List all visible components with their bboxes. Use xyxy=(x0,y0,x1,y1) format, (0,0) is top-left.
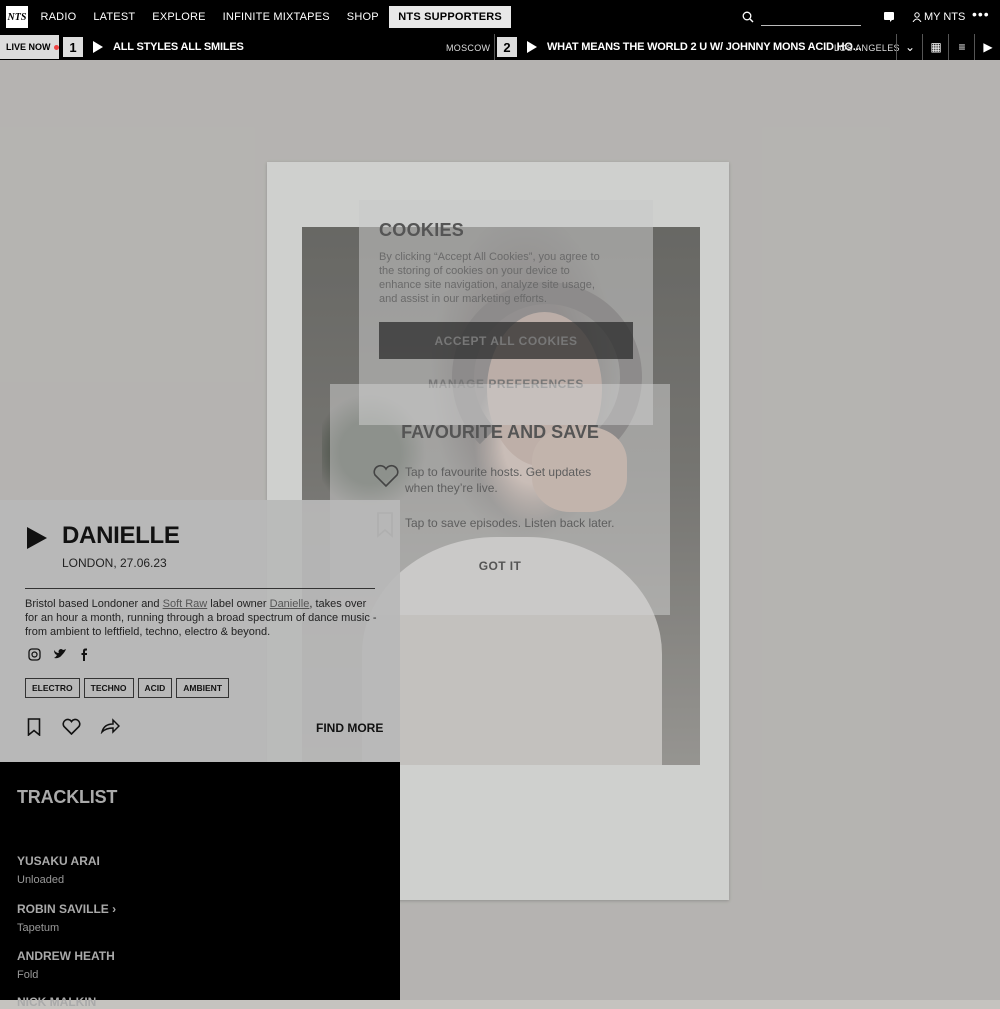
track-title: Unloaded xyxy=(17,874,65,886)
channel-1[interactable]: 1 ALL STYLES ALL SMILES xyxy=(63,34,244,60)
episode-panel: DANIELLE LONDON, 27.06.23 Bristol based … xyxy=(0,500,400,762)
play-icon[interactable] xyxy=(93,41,103,53)
channel-title: WHAT MEANS THE WORLD 2 U W/ JOHNNY MONS … xyxy=(547,41,862,53)
track-artist: YUSAKU ARAI xyxy=(17,854,100,868)
track-artist[interactable]: ROBIN SAVILLE › xyxy=(17,902,116,916)
live-now-label: LIVE NOW xyxy=(6,42,51,52)
track-item: ROBIN SAVILLE › Tapetum xyxy=(17,902,116,934)
description-text: label owner xyxy=(207,598,270,610)
track-artist-label: ROBIN SAVILLE xyxy=(17,902,109,916)
cookies-title: COOKIES xyxy=(379,220,465,240)
channel-location: MOSCOW xyxy=(446,43,491,53)
track-item: YUSAKU ARAI Unloaded xyxy=(17,854,100,886)
more-icon[interactable]: ••• xyxy=(972,6,990,22)
chat-icon[interactable] xyxy=(884,12,894,22)
track-title: Fold xyxy=(17,969,39,981)
divider xyxy=(25,588,375,589)
nts-logo[interactable]: NTS xyxy=(6,6,28,28)
queue-icon[interactable]: ≡ xyxy=(949,34,975,60)
search-icon[interactable] xyxy=(742,11,754,23)
save-row: Tap to save episodes. Listen back later. xyxy=(372,512,615,538)
tag-acid[interactable]: ACID xyxy=(137,678,173,698)
user-icon xyxy=(912,12,922,22)
play-icon[interactable] xyxy=(27,527,47,549)
episode-title: DANIELLE xyxy=(62,522,180,549)
accept-cookies-button[interactable]: ACCEPT ALL COOKIES xyxy=(379,322,633,359)
channel-title: ALL STYLES ALL SMILES xyxy=(113,41,244,53)
play-icon[interactable] xyxy=(527,41,537,53)
track-item: ANDREW HEATH Fold xyxy=(17,949,115,981)
twitter-icon[interactable] xyxy=(53,648,67,660)
heart-icon xyxy=(373,464,399,488)
nav-infinite-mixtapes[interactable]: INFINITE MIXTAPES xyxy=(214,11,338,23)
nav-latest[interactable]: LATEST xyxy=(85,11,144,23)
my-nts-link[interactable]: MY NTS xyxy=(912,11,965,23)
tag-ambient[interactable]: AMBIENT xyxy=(176,678,230,698)
chevron-right-icon: › xyxy=(112,902,117,916)
track-title: Tapetum xyxy=(17,922,60,934)
live-now-badge: LIVE NOW xyxy=(0,35,59,59)
description-text: Bristol based Londoner and xyxy=(25,598,163,610)
episode-description: Bristol based Londoner and Soft Raw labe… xyxy=(25,597,380,639)
heart-icon[interactable] xyxy=(62,718,81,735)
chevron-down-icon[interactable]: ⌄ xyxy=(897,34,923,60)
soft-raw-link[interactable]: Soft Raw xyxy=(163,598,208,610)
nav-explore[interactable]: EXPLORE xyxy=(144,11,214,23)
search-input[interactable] xyxy=(761,25,861,26)
channel-number: 1 xyxy=(63,37,83,57)
channel-2[interactable]: 2 WHAT MEANS THE WORLD 2 U W/ JOHNNY MON… xyxy=(497,34,861,60)
episode-meta: LONDON, 27.06.23 xyxy=(62,556,167,570)
live-dot-icon xyxy=(53,44,59,50)
tracklist-title: TRACKLIST xyxy=(17,787,118,807)
favourite-text: Tap to favourite hosts. Get updates when… xyxy=(405,465,592,495)
my-nts-label: MY NTS xyxy=(924,11,966,23)
favourite-row: Tap to favourite hosts. Get updates when… xyxy=(372,464,615,496)
channel-location: LOS ANGELES xyxy=(834,43,900,53)
track-artist: ANDREW HEATH xyxy=(17,949,115,963)
instagram-icon[interactable] xyxy=(28,648,41,661)
track-artist: NICK MALKIN xyxy=(17,995,97,1009)
find-more-button[interactable]: FIND MORE xyxy=(316,721,383,735)
volume-icon[interactable]: ▶ xyxy=(975,34,1000,60)
schedule-icon[interactable]: ▦ xyxy=(923,34,949,60)
cookies-text: By clicking “Accept All Cookies”, you ag… xyxy=(379,251,600,305)
nav-shop[interactable]: SHOP xyxy=(338,11,387,23)
top-nav: NTS RADIO LATEST EXPLORE INFINITE MIXTAP… xyxy=(0,0,1000,34)
save-text: Tap to save episodes. Listen back later. xyxy=(405,516,615,530)
nav-supporters[interactable]: NTS SUPPORTERS xyxy=(389,6,511,28)
facebook-icon[interactable] xyxy=(80,648,88,661)
tag-electro[interactable]: ELECTRO xyxy=(25,678,80,698)
favourite-title: FAVOURITE AND SAVE xyxy=(401,422,599,442)
nav-radio[interactable]: RADIO xyxy=(32,11,85,23)
divider xyxy=(494,34,495,60)
channel-number: 2 xyxy=(497,37,517,57)
tag-techno[interactable]: TECHNO xyxy=(83,678,134,698)
share-icon[interactable] xyxy=(100,718,120,734)
track-item: NICK MALKIN xyxy=(17,995,96,1009)
tracklist-panel: TRACKLIST YUSAKU ARAI Unloaded ROBIN SAV… xyxy=(0,762,400,1009)
genre-tags: ELECTRO TECHNO ACID AMBIENT xyxy=(25,678,230,698)
danielle-link[interactable]: Danielle xyxy=(270,598,310,610)
bookmark-icon[interactable] xyxy=(27,718,41,736)
